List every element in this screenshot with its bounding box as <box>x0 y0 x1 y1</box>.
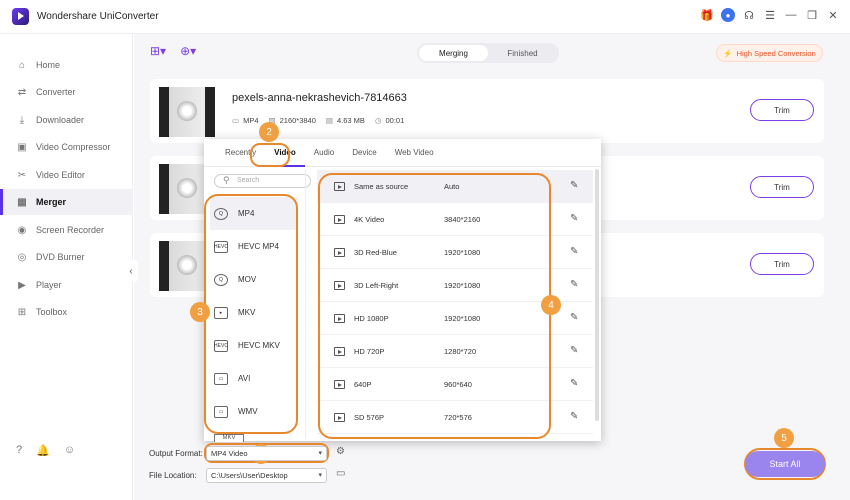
settings-gear-icon[interactable]: ⚙ <box>336 446 345 457</box>
sidebar-item-dvd-burner[interactable]: ◎ DVD Burner <box>0 244 133 270</box>
high-speed-conversion-toggle[interactable]: ⚡ High Speed Conversion <box>716 44 823 62</box>
edit-icon[interactable]: ✎ <box>570 279 578 290</box>
toolbox-icon: ⊞ <box>17 306 27 318</box>
output-format-label: Output Format: <box>149 449 203 458</box>
sidebar-item-label: Merger <box>36 197 67 207</box>
edit-icon[interactable]: ✎ <box>570 180 578 191</box>
trim-button[interactable]: Trim <box>750 253 814 275</box>
sidebar-item-video-editor[interactable]: ✂ Video Editor <box>0 162 133 188</box>
add-media-icon[interactable]: ⊕▾ <box>180 44 196 58</box>
video-tab-highlight <box>250 143 290 167</box>
downloader-icon: ⤓ <box>19 114 25 126</box>
compressor-icon: ▣ <box>17 141 27 153</box>
lightning-icon: ⚡ <box>723 48 733 58</box>
sidebar-item-toolbox[interactable]: ⊞ Toolbox <box>0 299 133 325</box>
sidebar-item-label: Screen Recorder <box>36 225 105 235</box>
sidebar-item-video-compressor[interactable]: ▣ Video Compressor <box>0 134 133 160</box>
sidebar-item-label: Video Compressor <box>36 142 111 152</box>
tab-audio[interactable]: Audio <box>305 139 343 167</box>
sidebar-item-home[interactable]: ⌂ Home <box>0 52 133 78</box>
tab-web-video[interactable]: Web Video <box>386 139 443 167</box>
recorder-icon: ◉ <box>17 224 27 236</box>
file-location-label: File Location: <box>149 471 197 480</box>
divider <box>305 169 306 439</box>
file-format: MP4 <box>243 116 259 125</box>
add-file-icon[interactable]: ⊞▾ <box>150 44 166 58</box>
quality-list-scrollbar[interactable] <box>595 169 599 421</box>
clock-icon: ◷ <box>374 116 382 125</box>
feedback-icon[interactable]: ☺ <box>64 444 75 457</box>
sidebar-item-converter[interactable]: ⇄ Converter <box>0 79 133 105</box>
support-icon[interactable]: ☊ <box>742 8 756 22</box>
sidebar-item-label: Toolbox <box>36 307 68 317</box>
sidebar-item-label: Downloader <box>36 115 85 125</box>
trim-button[interactable]: Trim <box>750 176 814 198</box>
start-all-button[interactable]: Start All <box>745 451 825 477</box>
file-location-value: C:\Users\User\Desktop <box>211 471 288 480</box>
file-resolution: 2160*3840 <box>279 116 316 125</box>
video-thumbnail <box>159 87 215 137</box>
output-format-select[interactable]: MP4 Video ▾ <box>206 446 327 461</box>
file-card: pexels-anna-nekrashevich-7814663 ▭ MP4 ▨ 2… <box>150 79 824 143</box>
home-icon: ⌂ <box>18 59 26 71</box>
step-badge-3: 3 <box>190 302 210 322</box>
sidebar-item-label: Player <box>36 280 62 290</box>
close-icon[interactable]: ✕ <box>826 8 840 22</box>
help-icon[interactable]: ? <box>16 444 22 457</box>
gift-icon[interactable]: 🎁 <box>700 8 714 22</box>
merge-status-tabs: Merging Finished <box>417 43 559 63</box>
step-badge-2: 2 <box>259 122 279 142</box>
format-peek-item: MKV <box>214 434 244 442</box>
step-badge-4: 4 <box>541 295 561 315</box>
sidebar-item-label: Converter <box>36 87 76 97</box>
maximize-icon[interactable]: ❐ <box>805 8 819 22</box>
edit-icon[interactable]: ✎ <box>570 312 578 323</box>
sidebar-item-player[interactable]: ▶ Player <box>0 272 133 298</box>
file-size-icon: ▤ <box>325 116 333 125</box>
tab-device[interactable]: Device <box>343 139 385 167</box>
edit-icon[interactable]: ✎ <box>570 213 578 224</box>
file-size: 4.63 MB <box>337 116 365 125</box>
title-bar: Wondershare UniConverter 🎁 ● ☊ ☰ — ❐ ✕ <box>0 0 850 34</box>
sidebar-item-merger[interactable]: ▦ Merger <box>0 189 133 215</box>
converter-icon: ⇄ <box>17 86 27 98</box>
format-search-input[interactable]: Search <box>214 174 311 188</box>
edit-icon[interactable]: ✎ <box>570 378 578 389</box>
sidebar-item-label: DVD Burner <box>36 252 85 262</box>
tab-merging[interactable]: Merging <box>419 45 488 61</box>
sidebar-item-screen-recorder[interactable]: ◉ Screen Recorder <box>0 217 133 243</box>
dvd-icon: ◎ <box>17 251 27 263</box>
tab-finished[interactable]: Finished <box>488 45 557 61</box>
notification-bell-icon[interactable]: 🔔 <box>36 444 50 457</box>
minimize-icon[interactable]: — <box>784 8 798 22</box>
file-name: pexels-anna-nekrashevich-7814663 <box>232 92 407 104</box>
video-format-icon: ▭ <box>232 116 240 125</box>
app-title: Wondershare UniConverter <box>37 11 159 22</box>
trim-button[interactable]: Trim <box>750 99 814 121</box>
collapse-sidebar-chevron-icon[interactable]: ‹ <box>124 260 138 282</box>
editor-icon: ✂ <box>17 169 27 181</box>
sidebar-item-label: Video Editor <box>36 170 85 180</box>
edit-icon[interactable]: ✎ <box>570 345 578 356</box>
menu-icon[interactable]: ☰ <box>763 8 777 22</box>
step-badge-5: 5 <box>774 428 794 448</box>
file-duration: 00:01 <box>385 116 405 125</box>
chevron-down-icon: ▾ <box>318 472 322 479</box>
chevron-down-icon: ▾ <box>318 450 322 457</box>
app-logo-icon <box>12 8 29 25</box>
format-list-highlight <box>204 194 298 434</box>
sidebar-item-label: Home <box>36 60 61 70</box>
edit-icon[interactable]: ✎ <box>570 411 578 422</box>
folder-icon[interactable]: ▭ <box>336 468 345 479</box>
file-location-select[interactable]: C:\Users\User\Desktop ▾ <box>206 468 327 483</box>
merger-icon: ▦ <box>17 196 27 208</box>
edit-icon[interactable]: ✎ <box>570 246 578 257</box>
output-format-value: MP4 Video <box>211 449 248 458</box>
sidebar-item-downloader[interactable]: ⤓ Downloader <box>0 107 133 133</box>
user-avatar-icon[interactable]: ● <box>721 8 735 22</box>
quality-list-highlight <box>318 173 551 439</box>
player-icon: ▶ <box>18 279 26 291</box>
